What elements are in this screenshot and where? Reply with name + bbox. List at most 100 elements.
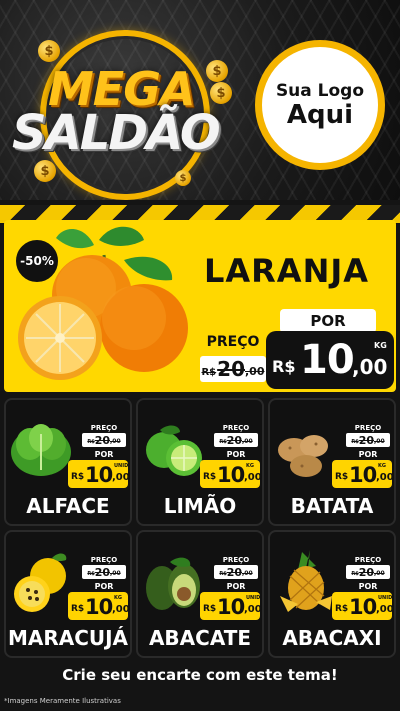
old-price: R$ 20 ,00 bbox=[346, 433, 390, 447]
lettuce-icon bbox=[8, 414, 74, 488]
old-price-label: PREÇO bbox=[354, 556, 382, 564]
old-price: R$ 20 ,00 bbox=[214, 433, 258, 447]
old-price-integer: 20 bbox=[358, 434, 374, 447]
old-price-currency: R$ bbox=[219, 439, 227, 445]
new-price-integer: 10 bbox=[349, 463, 377, 487]
new-price-currency: R$ bbox=[335, 472, 349, 482]
old-price-integer: 20 bbox=[94, 566, 110, 579]
old-price-label: PREÇO bbox=[206, 334, 260, 350]
new-price-currency: R$ bbox=[203, 472, 217, 482]
new-price-cents: ,00 bbox=[244, 472, 262, 483]
lime-icon bbox=[140, 414, 206, 488]
old-price-label: PREÇO bbox=[90, 556, 118, 564]
logo-text-line2: Aqui bbox=[286, 99, 354, 130]
product-name: BATATA bbox=[290, 494, 374, 518]
old-price-cents: ,00 bbox=[242, 570, 253, 577]
new-price: R$ 10 ,00 KG bbox=[68, 592, 130, 620]
new-price-unit: KG bbox=[374, 341, 387, 350]
coin-icon: $ bbox=[210, 82, 232, 104]
old-price-label: PREÇO bbox=[222, 424, 250, 432]
product-card-alface[interactable]: PREÇO R$ 20 ,00 POR R$ 10 ,00 UNID ALFAC… bbox=[4, 398, 132, 526]
product-name: MARACUJÁ bbox=[7, 626, 129, 650]
new-price-currency: R$ bbox=[71, 604, 85, 614]
footer-disclaimer: *Imagens Meramente Ilustrativas bbox=[4, 697, 121, 705]
product-name: ABACAXI bbox=[282, 626, 382, 650]
product-name: ALFACE bbox=[26, 494, 110, 518]
old-price-integer: 20 bbox=[217, 357, 245, 381]
old-price-cents: ,00 bbox=[110, 438, 121, 445]
old-price-cents: ,00 bbox=[374, 438, 385, 445]
new-price-label: POR bbox=[94, 450, 114, 459]
new-price-label: POR bbox=[94, 582, 114, 591]
old-price-label: PREÇO bbox=[222, 556, 250, 564]
new-price-integer: 10 bbox=[217, 463, 245, 487]
old-price-currency: R$ bbox=[351, 571, 359, 577]
new-price-currency: R$ bbox=[71, 472, 85, 482]
header-banner: $ $ $ $ $ MEGA SALDÃO Sua Logo Aqui bbox=[0, 0, 400, 200]
old-price-cents: ,00 bbox=[374, 570, 385, 577]
new-price-unit: KG bbox=[114, 595, 122, 601]
old-price-integer: 20 bbox=[226, 434, 242, 447]
new-price-label: POR bbox=[226, 450, 246, 459]
featured-product-name: LARANJA bbox=[204, 252, 370, 290]
new-price: R$ 10 ,00 UNID bbox=[200, 592, 262, 620]
new-price-label: POR bbox=[280, 309, 376, 333]
avocado-icon bbox=[140, 546, 206, 620]
potato-icon bbox=[272, 414, 338, 488]
old-price: R$ 20 ,00 bbox=[82, 433, 126, 447]
title-saldao: SALDÃO bbox=[12, 105, 221, 161]
new-price-currency: R$ bbox=[203, 604, 217, 614]
old-price-cents: ,00 bbox=[242, 438, 253, 445]
discount-badge: -50% bbox=[14, 238, 60, 284]
new-price-integer: 10 bbox=[217, 595, 245, 619]
new-price-unit: UNID bbox=[378, 595, 393, 601]
old-price-currency: R$ bbox=[201, 367, 217, 378]
old-price-integer: 20 bbox=[358, 566, 374, 579]
old-price-integer: 20 bbox=[226, 566, 242, 579]
logo-placeholder[interactable]: Sua Logo Aqui bbox=[255, 40, 385, 170]
coin-icon: $ bbox=[175, 170, 191, 186]
new-price: R$ 10 ,00 KG bbox=[332, 460, 394, 488]
footer-call-to-action: Crie seu encarte com este tema! bbox=[62, 666, 338, 684]
coin-icon: $ bbox=[34, 160, 56, 182]
new-price-integer: 10 bbox=[349, 595, 377, 619]
old-price-label: PREÇO bbox=[354, 424, 382, 432]
old-price: R$ 20 ,00 bbox=[200, 356, 266, 382]
new-price-unit: UNID bbox=[114, 463, 129, 469]
new-price-unit: KG bbox=[378, 463, 386, 469]
product-card-abacate[interactable]: PREÇO R$ 20 ,00 POR R$ 10 ,00 UNID ABACA… bbox=[136, 530, 264, 658]
new-price-cents: ,00 bbox=[376, 472, 394, 483]
old-price-currency: R$ bbox=[351, 439, 359, 445]
old-price-cents: ,00 bbox=[245, 365, 265, 378]
logo-text-line1: Sua Logo bbox=[275, 80, 365, 101]
new-price-currency: R$ bbox=[272, 357, 296, 376]
new-price-integer: 10 bbox=[300, 337, 355, 383]
new-price-cents: ,00 bbox=[244, 604, 262, 615]
old-price-integer: 20 bbox=[94, 434, 110, 447]
new-price-integer: 10 bbox=[85, 463, 113, 487]
old-price-label: PREÇO bbox=[90, 424, 118, 432]
coin-icon: $ bbox=[38, 40, 60, 62]
new-price-label: POR bbox=[358, 450, 378, 459]
new-price: R$ 10 ,00 KG bbox=[266, 331, 394, 389]
product-card-limão[interactable]: PREÇO R$ 20 ,00 POR R$ 10 ,00 KG LIMÃO bbox=[136, 398, 264, 526]
new-price: R$ 10 ,00 UNID bbox=[68, 460, 130, 488]
new-price-unit: UNID bbox=[246, 595, 261, 601]
product-card-abacaxi[interactable]: PREÇO R$ 20 ,00 POR R$ 10 ,00 UNID ABACA… bbox=[268, 530, 396, 658]
new-price-integer: 10 bbox=[85, 595, 113, 619]
old-price: R$ 20 ,00 bbox=[346, 565, 390, 579]
old-price: R$ 20 ,00 bbox=[214, 565, 258, 579]
new-price: R$ 10 ,00 UNID bbox=[332, 592, 394, 620]
new-price: R$ 10 ,00 KG bbox=[200, 460, 262, 488]
pineapple-icon bbox=[272, 546, 338, 620]
product-card-batata[interactable]: PREÇO R$ 20 ,00 POR R$ 10 ,00 KG BATATA bbox=[268, 398, 396, 526]
new-price-cents: ,00 bbox=[112, 604, 130, 615]
new-price-currency: R$ bbox=[335, 604, 349, 614]
product-name: ABACATE bbox=[148, 626, 252, 650]
old-price-currency: R$ bbox=[219, 571, 227, 577]
product-card-maracujá[interactable]: PREÇO R$ 20 ,00 POR R$ 10 ,00 KG MARACUJ… bbox=[4, 530, 132, 658]
new-price-label: POR bbox=[358, 582, 378, 591]
old-price-currency: R$ bbox=[87, 439, 95, 445]
passion-fruit-icon bbox=[8, 546, 74, 620]
new-price-label: POR bbox=[226, 582, 246, 591]
